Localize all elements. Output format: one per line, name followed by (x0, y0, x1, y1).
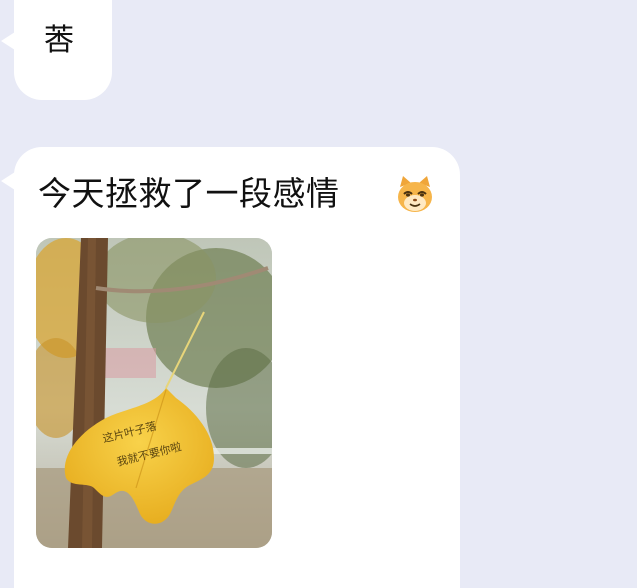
chat-screen: { "messages": [ { "text": "莕" }, { "text… (0, 0, 637, 588)
message-2-tail (1, 172, 15, 190)
message-bubble-2[interactable]: 今天拯救了一段感情 这片叶子落 我就不要你啦 (14, 147, 460, 588)
message-1-tail (1, 32, 15, 50)
message-2-text: 今天拯救了一段感情 (38, 174, 340, 213)
smirking-cat-emoji-icon (393, 173, 437, 217)
message-1-text: 莕 (44, 23, 74, 58)
ginkgo-leaf-photo[interactable]: 这片叶子落 我就不要你啦 (36, 238, 272, 548)
message-bubble-1[interactable]: 莕 (14, 0, 112, 100)
